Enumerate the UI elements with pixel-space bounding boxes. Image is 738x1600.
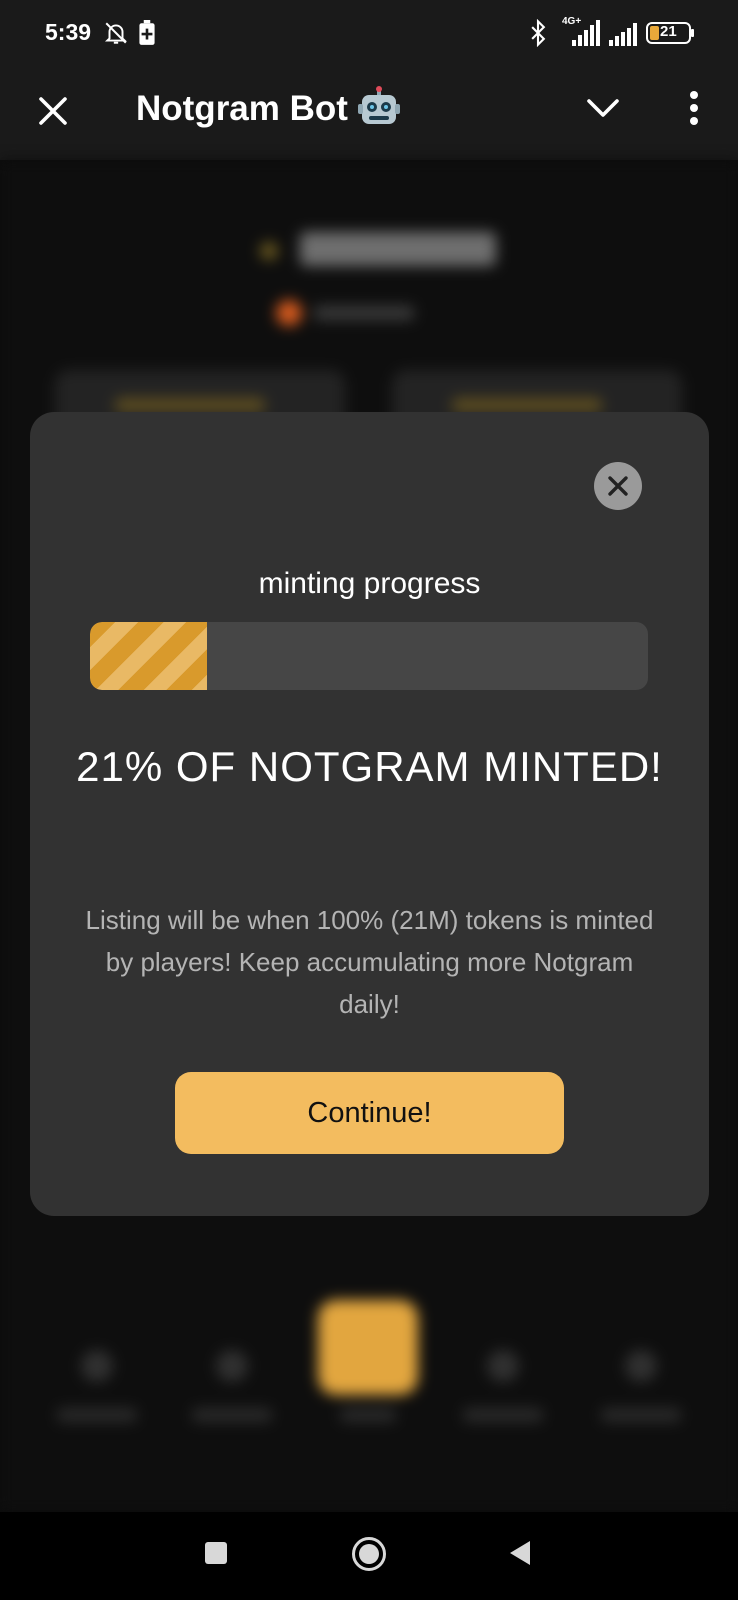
background-balance <box>260 232 496 268</box>
recents-icon[interactable] <box>205 1542 227 1564</box>
home-icon[interactable] <box>352 1537 386 1571</box>
background-nav-item <box>187 1350 277 1450</box>
more-options-icon[interactable] <box>682 88 706 128</box>
chevron-down-icon[interactable] <box>585 96 621 120</box>
system-nav-bar <box>0 1512 738 1600</box>
background-nav-item <box>596 1350 686 1450</box>
background-nav-center-button <box>318 1300 418 1395</box>
robot-face-icon <box>358 86 400 124</box>
signal-strength-icon <box>572 20 600 46</box>
signal-strength-icon <box>609 23 637 46</box>
background-level-icon <box>276 300 302 326</box>
back-icon[interactable] <box>508 1540 532 1566</box>
status-bar: 5:39 4G+ 21 <box>0 0 738 66</box>
background-nav-item <box>458 1350 548 1450</box>
progress-label: minting progress <box>258 567 481 600</box>
bluetooth-icon <box>531 19 546 47</box>
bell-muted-icon <box>104 22 128 44</box>
continue-button[interactable]: Continue! <box>175 1072 564 1154</box>
minting-progress-modal: minting progress 21% OF NOTGRAM MINTED! … <box>30 412 709 1216</box>
status-time: 5:39 <box>45 19 92 45</box>
page-title: Notgram Bot <box>136 89 348 128</box>
app-header: Notgram Bot <box>0 66 738 160</box>
close-icon <box>608 476 628 496</box>
modal-description: Listing will be when 100% (21M) tokens i… <box>85 905 654 1019</box>
background-nav-label <box>340 1408 396 1422</box>
battery-saver-icon <box>139 20 155 45</box>
background-coin-icon <box>260 242 278 260</box>
minting-progress-bar <box>90 622 648 690</box>
background-level-text <box>314 306 414 320</box>
background-balance-text <box>300 232 496 266</box>
background-nav-item <box>52 1350 142 1450</box>
minting-progress-fill <box>90 622 208 690</box>
close-icon[interactable] <box>34 92 72 130</box>
modal-close-button[interactable] <box>594 462 642 510</box>
battery-level-text: 21 <box>660 23 677 40</box>
modal-heading: 21% OF NOTGRAM MINTED! <box>76 743 663 790</box>
background-level <box>276 298 452 326</box>
